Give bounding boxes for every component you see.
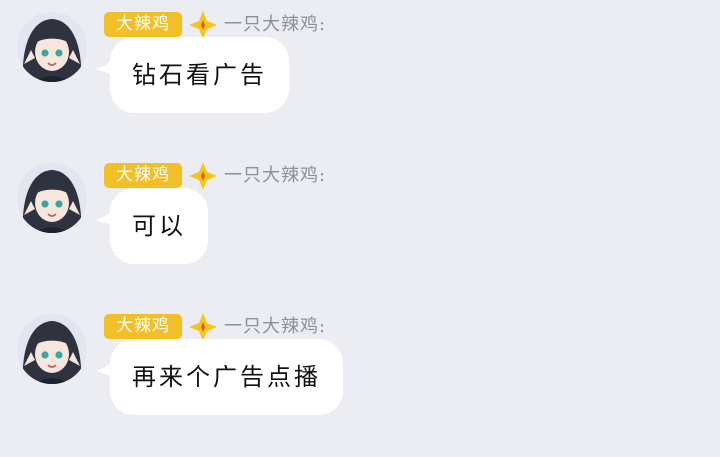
chat-message-list: 大辣鸡 一只大辣鸡: 钻石看广告 大辣鸡 一只大辣鸡: 可以 大辣鸡 一只大辣鸡… [0, 0, 720, 457]
message-bubble[interactable]: 钻石看广告 [110, 37, 289, 113]
diamond-star-icon [189, 11, 217, 39]
diamond-star-icon [189, 162, 217, 190]
chat-message: 大辣鸡 一只大辣鸡: 可以 [0, 151, 720, 291]
avatar[interactable] [17, 314, 87, 384]
avatar[interactable] [17, 12, 87, 82]
sender-name: 一只大辣鸡: [224, 165, 327, 186]
sender-name: 一只大辣鸡: [224, 316, 327, 337]
message-bubble[interactable]: 可以 [110, 188, 208, 264]
avatar[interactable] [17, 163, 87, 233]
sender-name: 一只大辣鸡: [224, 14, 327, 35]
member-badge: 大辣鸡 [104, 163, 182, 188]
diamond-star-icon [189, 313, 217, 341]
member-badge: 大辣鸡 [104, 12, 182, 37]
member-badge: 大辣鸡 [104, 314, 182, 339]
chat-message: 大辣鸡 一只大辣鸡: 再来个广告点播 [0, 302, 720, 442]
message-bubble[interactable]: 再来个广告点播 [110, 339, 343, 415]
chat-message: 大辣鸡 一只大辣鸡: 钻石看广告 [0, 0, 720, 140]
